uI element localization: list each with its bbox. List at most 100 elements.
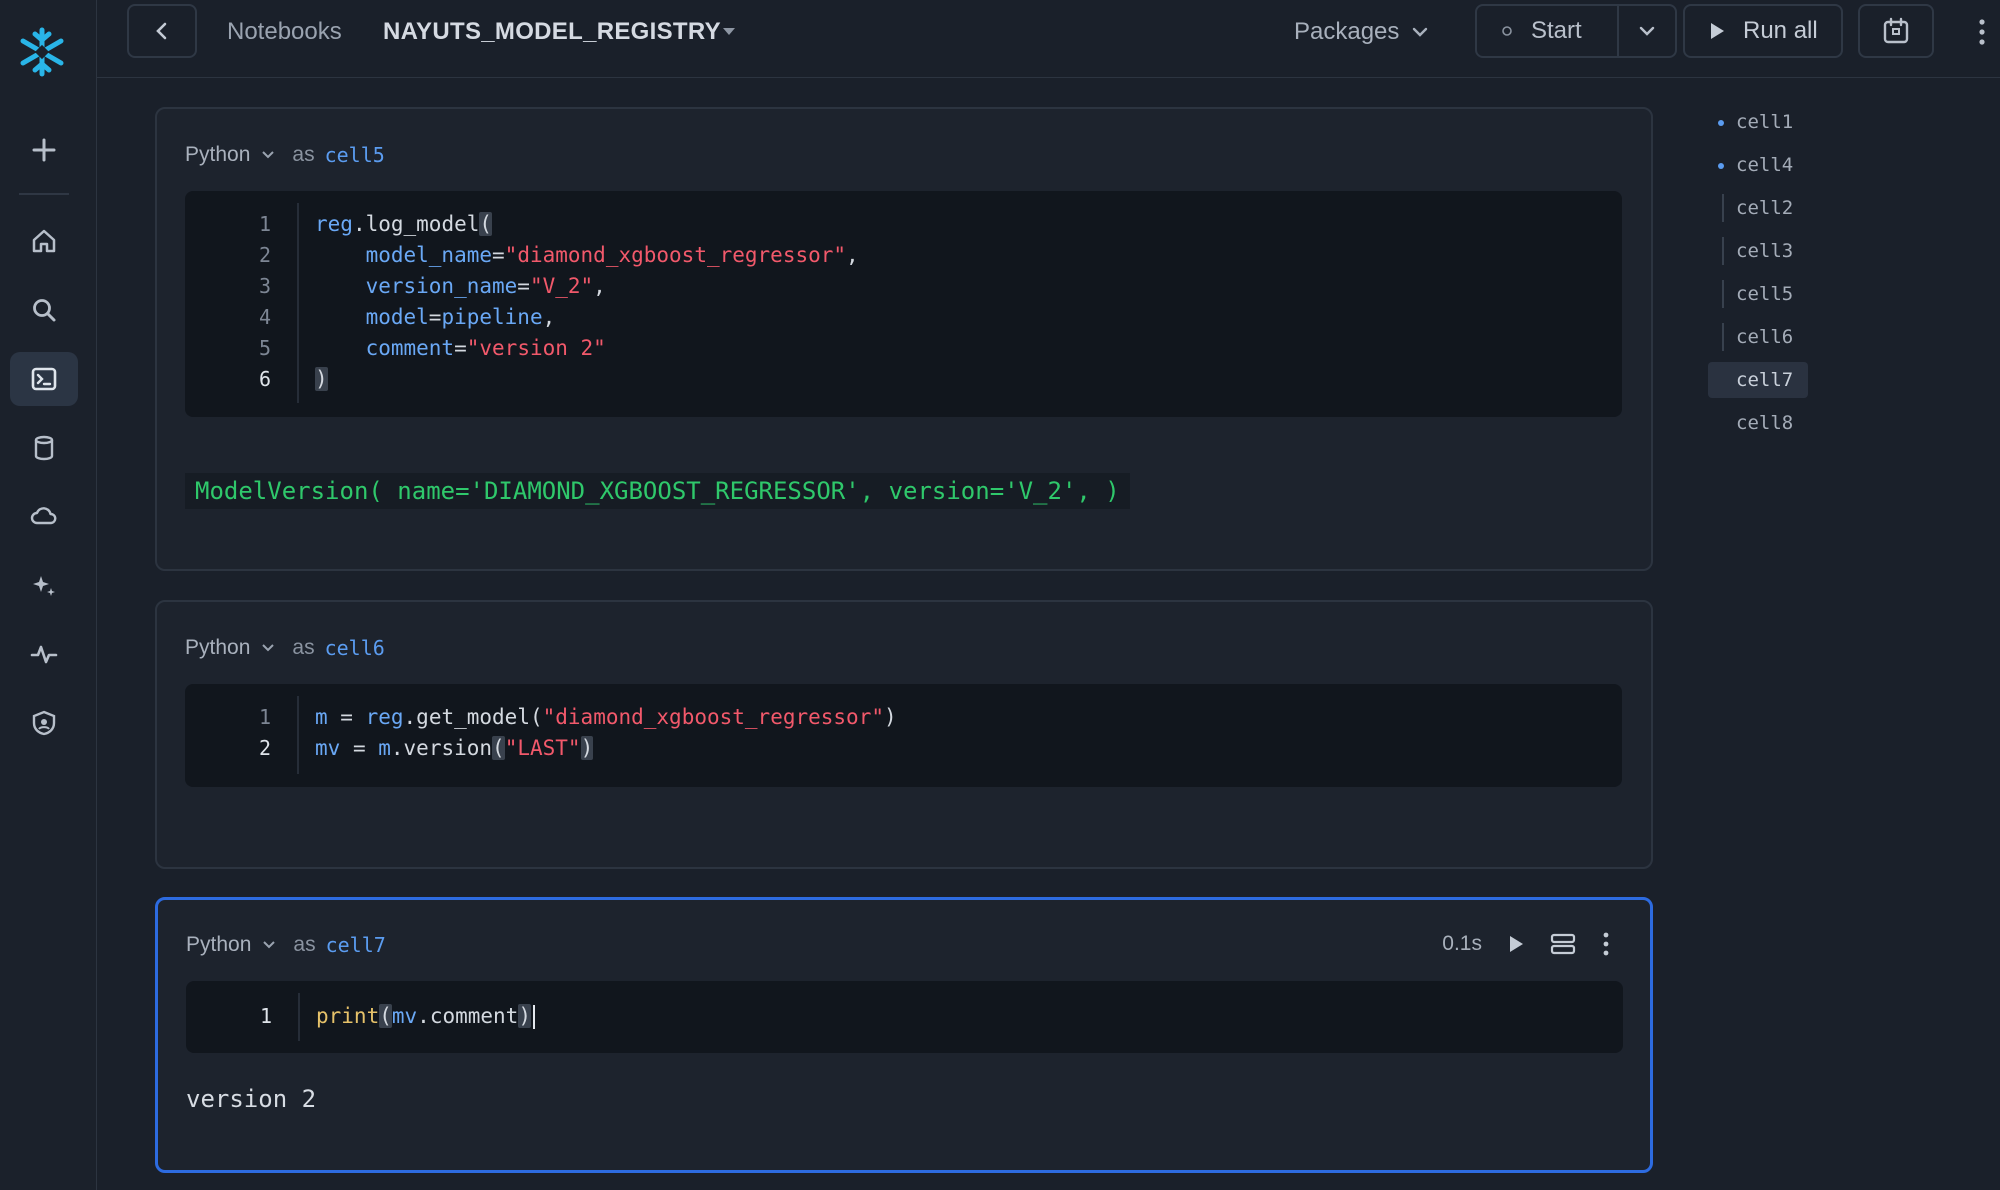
nav-monitoring[interactable] xyxy=(10,627,78,681)
code-line: comment="version 2" xyxy=(365,336,606,360)
code-token: .version xyxy=(390,736,493,760)
sparkle-icon xyxy=(33,576,55,596)
code-line: version_name="V_2", xyxy=(365,274,606,298)
outline-item[interactable]: cell6 xyxy=(1708,319,1808,355)
line-number: 2 xyxy=(258,243,271,267)
chevron-down-icon xyxy=(1413,27,1428,37)
snowflake-logo[interactable] xyxy=(16,26,68,78)
nav-data-products[interactable] xyxy=(10,489,78,543)
code-line: model=pipeline, xyxy=(365,305,556,329)
kebab-icon[interactable] xyxy=(1602,930,1610,958)
cloud-icon xyxy=(30,507,57,525)
outline-item-active[interactable]: cell7 xyxy=(1708,362,1808,398)
notebook-cell[interactable]: Python as cell5 1 2 3 4 5 6 reg.log_mode… xyxy=(155,107,1653,571)
code-line: m = reg.get_model("diamond_xgboost_regre… xyxy=(315,705,897,729)
notebook-toolbar: Notebooks NAYUTS_MODEL_REGISTRY Packages… xyxy=(97,0,2000,78)
cell-name[interactable]: cell5 xyxy=(325,143,385,167)
line-number: 5 xyxy=(258,336,271,360)
schedule-button[interactable] xyxy=(1858,4,1934,58)
notebook-cell[interactable]: Python as cell6 1 2 m = reg.get_model("d… xyxy=(155,600,1653,869)
start-button[interactable]: Start xyxy=(1477,6,1617,56)
code-token: version_name xyxy=(365,274,518,298)
nav-data[interactable] xyxy=(10,421,78,475)
home-icon xyxy=(32,229,56,253)
outline-item[interactable]: cell2 xyxy=(1708,190,1808,226)
cell-language-select[interactable]: Python xyxy=(186,933,251,957)
cell-name[interactable]: cell6 xyxy=(325,636,385,660)
line-number: 1 xyxy=(259,1004,272,1028)
cell-as-label: as xyxy=(292,636,315,659)
outline-item[interactable]: cell4 xyxy=(1708,147,1808,183)
notebook-cell-selected[interactable]: Python as cell7 0.1s 1 print(mv.comment)… xyxy=(155,897,1653,1173)
outline-item[interactable]: cell3 xyxy=(1708,233,1808,269)
cell-output: ModelVersion( name='DIAMOND_XGBOOST_REGR… xyxy=(185,473,1130,509)
outline-item[interactable]: cell1 xyxy=(1708,104,1808,140)
kebab-icon[interactable] xyxy=(1977,14,1987,50)
code-line: print(mv.comment) xyxy=(316,1001,535,1032)
notebook-icon xyxy=(31,367,57,391)
cell-language-select[interactable]: Python xyxy=(185,143,250,167)
outline-item[interactable]: cell8 xyxy=(1708,405,1808,441)
nav-projects-notebooks[interactable] xyxy=(10,352,78,406)
chevron-down-icon[interactable] xyxy=(261,939,277,951)
code-lines: reg.log_model( model_name="diamond_xgboo… xyxy=(315,209,859,395)
chevron-down-icon[interactable] xyxy=(260,149,276,161)
execution-time: 0.1s xyxy=(1442,932,1482,955)
code-editor[interactable]: 1 print(mv.comment) xyxy=(186,981,1623,1053)
line-numbers: 1 xyxy=(186,1001,300,1032)
cell-language-select[interactable]: Python xyxy=(185,636,250,660)
line-number: 2 xyxy=(258,736,271,760)
code-line: mv = m.version("LAST") xyxy=(315,736,594,760)
nav-home[interactable] xyxy=(10,214,78,268)
run-all-label: Run all xyxy=(1743,17,1818,44)
cell-outline: cell1 cell4 cell2 cell3 cell5 cell6 cell… xyxy=(1708,104,1808,448)
play-icon[interactable] xyxy=(1508,935,1524,953)
code-lines: m = reg.get_model("diamond_xgboost_regre… xyxy=(315,702,897,764)
cell-header: Python as cell6 xyxy=(185,636,385,660)
line-number: 6 xyxy=(258,367,271,391)
breadcrumb-notebooks[interactable]: Notebooks xyxy=(227,18,342,46)
layers-icon[interactable] xyxy=(1550,932,1576,956)
code-token: reg xyxy=(315,212,353,236)
code-token: mv xyxy=(315,736,341,760)
gutter-divider xyxy=(298,993,300,1041)
nav-ai-ml[interactable] xyxy=(10,558,78,612)
line-numbers: 1 2 xyxy=(185,702,299,764)
caret-down-icon[interactable] xyxy=(721,24,737,38)
outline-item[interactable]: cell5 xyxy=(1708,276,1808,312)
code-lines: print(mv.comment) xyxy=(316,1001,535,1032)
line-number: 1 xyxy=(258,212,271,236)
code-line: model_name="diamond_xgboost_regressor", xyxy=(365,243,859,267)
activity-icon xyxy=(30,645,58,664)
code-editor[interactable]: 1 2 m = reg.get_model("diamond_xgboost_r… xyxy=(185,684,1622,787)
line-number: 1 xyxy=(258,705,271,729)
start-label: Start xyxy=(1531,17,1582,44)
search-icon xyxy=(33,299,56,322)
code-editor[interactable]: 1 2 3 4 5 6 reg.log_model( model_name="d… xyxy=(185,191,1622,417)
code-token: .comment xyxy=(417,1004,519,1028)
run-all-button[interactable]: Run all xyxy=(1683,4,1843,58)
plus-icon xyxy=(32,138,56,162)
code-line: reg.log_model( xyxy=(315,212,493,236)
code-token: "V_2" xyxy=(529,274,594,298)
notebook-title[interactable]: NAYUTS_MODEL_REGISTRY xyxy=(383,18,721,46)
start-options-button[interactable] xyxy=(1617,6,1675,56)
nav-admin[interactable] xyxy=(10,696,78,750)
line-number: 3 xyxy=(258,274,271,298)
calendar-icon xyxy=(1883,17,1909,44)
code-token: comment xyxy=(365,336,455,360)
chevron-down-icon[interactable] xyxy=(260,642,276,654)
line-number: 4 xyxy=(258,305,271,329)
packages-dropdown[interactable]: Packages xyxy=(1294,18,1429,46)
cell-as-label: as xyxy=(293,933,316,956)
code-token: .log_model xyxy=(352,212,480,236)
code-token: m xyxy=(315,705,328,729)
status-dot-icon xyxy=(1502,26,1512,36)
chevron-left-icon xyxy=(156,22,167,40)
back-button[interactable] xyxy=(127,4,197,58)
nav-search[interactable] xyxy=(10,283,78,337)
left-nav-rail xyxy=(0,0,97,1190)
create-button[interactable] xyxy=(10,123,78,177)
cell-name[interactable]: cell7 xyxy=(326,933,386,957)
packages-label: Packages xyxy=(1294,18,1400,45)
